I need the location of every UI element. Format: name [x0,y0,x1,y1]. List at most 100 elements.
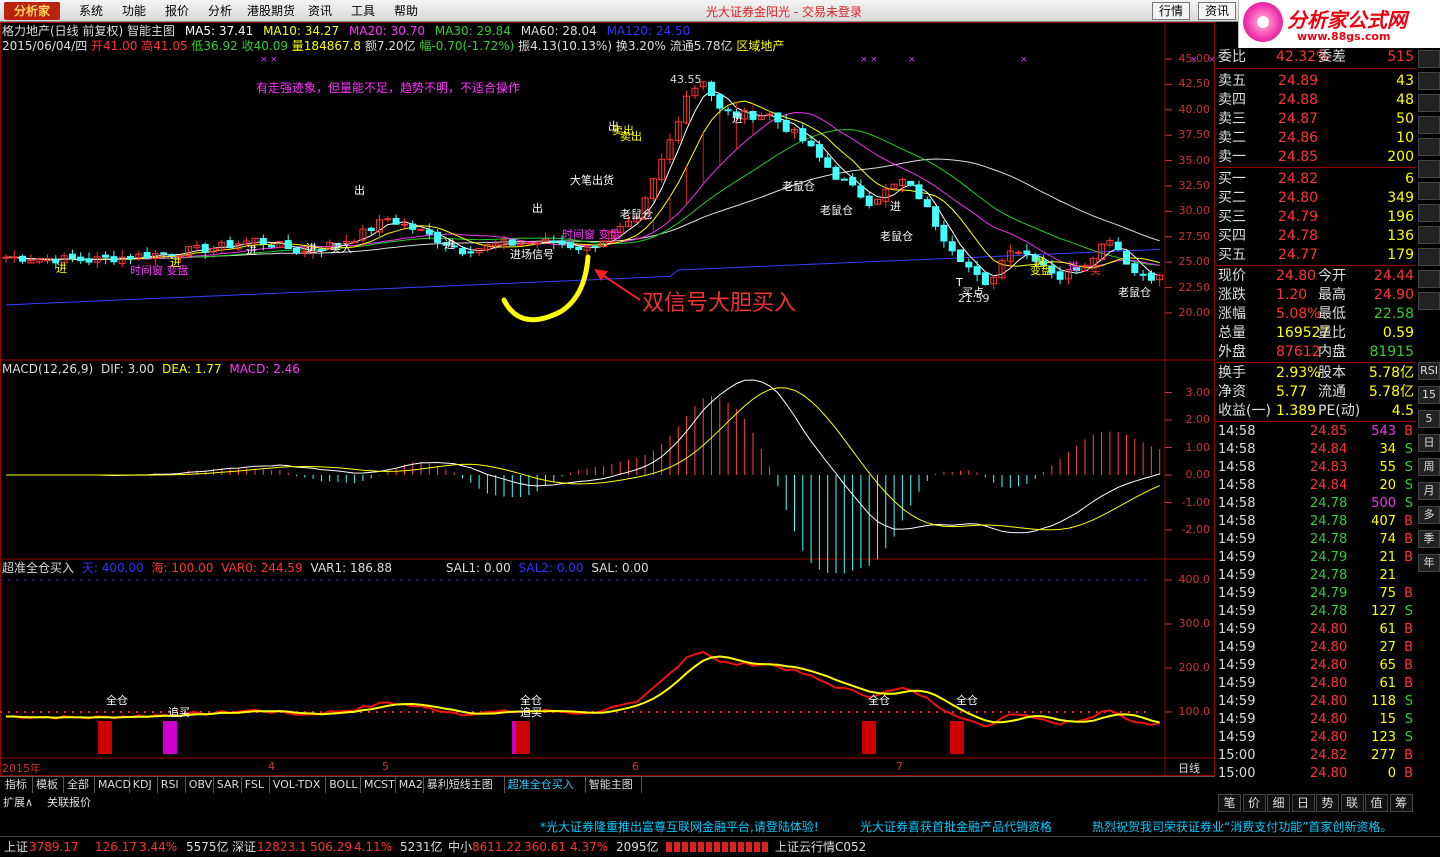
tab-9[interactable]: VOL-TDX [270,777,327,794]
signal-label: 出 [608,120,619,133]
side-tool-icon[interactable] [1418,160,1440,178]
side-tool-icon[interactable] [1418,270,1440,288]
cloud-quote[interactable]: 上证云行情C052 [775,837,866,857]
side-tool-icon[interactable] [1418,94,1440,112]
zx-name[interactable]: 中小 [448,837,472,857]
tick-side: S [1404,604,1413,619]
side-button[interactable]: 15 [1418,386,1440,404]
signal-label: 出 [532,202,543,215]
panel-tab-7[interactable]: 筹 [1389,794,1413,812]
ticker-item-2[interactable]: 光大证券喜获首批金融产品代销资格 [860,818,1052,835]
tick-row: 14:58 24.78 500 S [1216,495,1416,513]
ad-logo[interactable]: 分析家公式网 www.88gs.com [1238,0,1440,48]
period-label: 日线 [1178,762,1200,775]
tab-3[interactable]: MACD [95,777,131,794]
menu-news[interactable]: 资讯 [308,3,332,19]
tab-1[interactable]: 模板 [33,777,64,794]
tab-10[interactable]: BOLL [326,777,361,794]
tab-0[interactable]: 指标 [2,777,33,794]
side-button[interactable]: 季 [1418,530,1440,548]
panel-tab-5[interactable]: 联 [1340,794,1364,812]
side-button[interactable]: 5 [1418,410,1440,428]
side-button[interactable]: 多 [1418,506,1440,524]
expand-button[interactable]: 扩展∧ [3,794,33,810]
price-axis-label: 25.00 [1178,255,1211,269]
ticker-item-1[interactable]: *光大证券隆重推出富尊互联网金融平台,请登陆体验! [540,818,819,835]
menu-analysis[interactable]: 分析 [208,3,232,19]
tick-price: 24.80 [1310,694,1348,709]
sh-name[interactable]: 上证 [4,837,28,857]
tick-price: 24.80 [1310,766,1348,781]
side-tool-icon[interactable] [1418,72,1440,90]
panel-tab-6[interactable]: 值 [1365,794,1388,812]
tick-price: 24.79 [1310,550,1348,565]
tab-2[interactable]: 全部 [64,777,95,794]
tab-14[interactable]: 超准全仓买入 [505,777,586,794]
ad-title: 分析家公式网 [1287,8,1407,32]
panel-tab-2[interactable]: 细 [1267,794,1290,812]
kline-chart[interactable]: × × × × × × × × 格力地产(日线 前复权) 智能主图 MA5: 37.41 MA… [0,22,1215,776]
side-tool-icon[interactable] [1418,116,1440,134]
signal-bar [98,721,112,754]
tab-6[interactable]: OBV [186,777,214,794]
buy-level-row: 买四 24.78 136 [1216,227,1416,246]
quote-button[interactable]: 行情 [1152,2,1190,20]
signal-label: 老鼠仓 [1118,286,1151,299]
tick-volume: 118 [1371,694,1396,709]
side-button[interactable]: 日 [1418,434,1440,452]
tick-side: S [1404,712,1413,727]
related-quote-button[interactable]: 关联报价 [47,794,91,810]
sh-percent: 3.44% [139,840,178,854]
menu-system[interactable]: 系统 [79,3,103,19]
ind3-var0: VAR0: 244.59 [221,561,303,575]
panel-tab-0[interactable]: 笔 [1218,794,1241,812]
menu-quote[interactable]: 报价 [165,3,189,19]
candle-body [815,144,823,158]
date-month-6: 6 [632,760,639,773]
side-tool-icon[interactable] [1418,50,1440,68]
sz-name[interactable]: 深证 [232,837,256,857]
tab-15[interactable]: 智能主图 [586,777,642,794]
panel-tab-1[interactable]: 价 [1242,794,1266,812]
side-tool-icon[interactable] [1418,226,1440,244]
signal-label: 大笔出货 [570,174,614,187]
ticker-item-3[interactable]: 热烈祝贺我司荣获证券业“消费支付功能”首家创新资格。 [1092,818,1392,835]
side-button[interactable]: 周 [1418,458,1440,476]
side-tool-icon[interactable] [1418,204,1440,222]
tab-13[interactable]: 暴利短线主图 [424,777,505,794]
panel-tab-4[interactable]: 势 [1316,794,1339,812]
signal-label: 出 [354,184,365,197]
macd-dif: DIF: 3.00 [100,362,155,376]
tick-time: 14:58 [1218,460,1256,475]
side-tool-icon[interactable] [1418,292,1440,310]
candle-body [957,249,964,262]
menu-hk-futures[interactable]: 港股期货 [247,3,295,19]
side-button[interactable]: RSI [1418,362,1440,380]
sell-level-label: 卖一 [1218,149,1246,165]
side-tool-icon[interactable] [1418,182,1440,200]
side-button[interactable]: 年 [1418,554,1440,572]
menu-function[interactable]: 功能 [122,3,146,19]
side-tool-icon[interactable] [1418,248,1440,266]
tab-4[interactable]: KDJ [130,777,158,794]
menu-tools[interactable]: 工具 [351,3,375,19]
tick-row: 14:59 24.80 27 B [1216,639,1416,657]
sh-amount: 5575亿 [186,840,229,854]
tab-5[interactable]: RSI [158,777,186,794]
stat-value-left: 24.80 [1276,268,1317,284]
tab-8[interactable]: FSL [242,777,270,794]
candle-body [400,223,408,226]
sell-level-label: 卖三 [1218,111,1246,127]
tab-11[interactable]: MCST [361,777,396,794]
candle-body [425,229,433,235]
info-button[interactable]: 资讯 [1198,2,1236,20]
side-tool-icon[interactable] [1418,138,1440,156]
candle-body [110,256,118,263]
tab-12[interactable]: MA2 [396,777,424,794]
side-button[interactable]: 月 [1418,482,1440,500]
menu-help[interactable]: 帮助 [394,3,418,19]
tab-7[interactable]: SAR [214,777,242,794]
stat-value-left: 87612 [1276,344,1321,360]
panel-tab-3[interactable]: 日 [1291,794,1315,812]
sell-level-price: 24.89 [1278,73,1319,89]
